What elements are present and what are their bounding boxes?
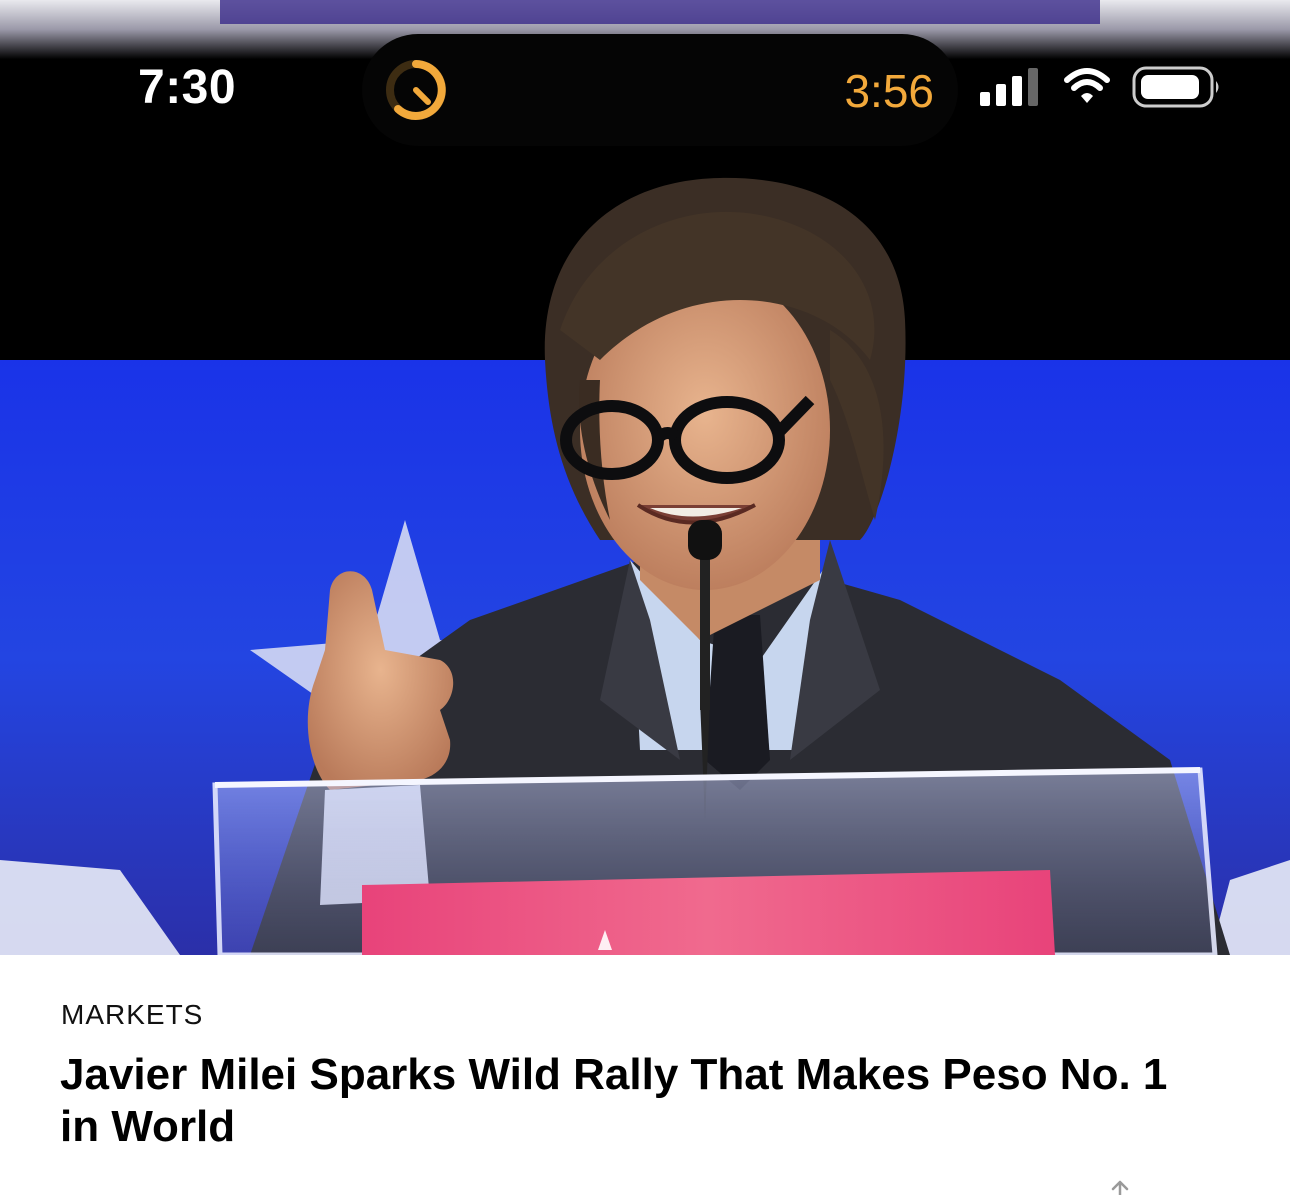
screen: 7:30 3:56 MARKETS Javier Milei Sparks Wi… bbox=[0, 0, 1290, 1195]
timer-countdown: 3:56 bbox=[844, 65, 934, 117]
status-bar: 7:30 3:56 bbox=[0, 0, 1290, 150]
dynamic-island-live-activity[interactable]: 3:56 bbox=[362, 34, 958, 146]
share-icon[interactable] bbox=[1108, 1180, 1132, 1195]
article-category[interactable]: MARKETS bbox=[61, 999, 203, 1031]
article-card[interactable]: MARKETS Javier Milei Sparks Wild Rally T… bbox=[0, 955, 1290, 1195]
timer-icon bbox=[386, 60, 446, 120]
wifi-icon bbox=[1064, 68, 1110, 103]
battery-icon bbox=[1132, 66, 1219, 108]
article-headline[interactable]: Javier Milei Sparks Wild Rally That Make… bbox=[60, 1049, 1210, 1153]
cellular-signal-icon bbox=[980, 68, 1038, 106]
status-time: 7:30 bbox=[138, 61, 237, 114]
